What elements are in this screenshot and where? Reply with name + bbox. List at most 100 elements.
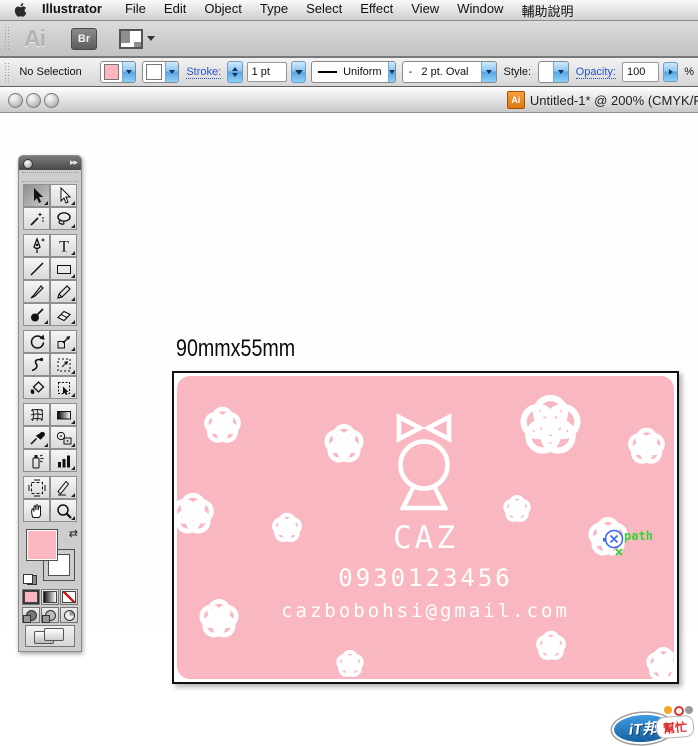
tool-artboard[interactable] bbox=[23, 476, 50, 499]
tool-symbol-sprayer[interactable] bbox=[23, 449, 50, 472]
menu-item-edit[interactable]: Edit bbox=[155, 1, 195, 20]
gradient-mode-button[interactable] bbox=[41, 589, 59, 605]
tool-selection[interactable] bbox=[23, 184, 50, 207]
tool-eyedropper[interactable] bbox=[23, 426, 50, 449]
tool-line-segment[interactable] bbox=[23, 257, 50, 280]
menu-item-effect[interactable]: Effect bbox=[351, 1, 402, 20]
flower-ornament[interactable] bbox=[322, 422, 366, 471]
palette-titlebar[interactable]: ▸▸ bbox=[19, 156, 81, 170]
tool-scale[interactable] bbox=[50, 330, 77, 353]
tool-type[interactable]: T bbox=[50, 234, 77, 257]
document-canvas[interactable]: 90mmx55mm CAZ 0930123456 cazbobohsi@gmai… bbox=[0, 113, 698, 746]
color-mode-button[interactable] bbox=[22, 589, 40, 605]
flower-ornament[interactable] bbox=[202, 405, 243, 451]
flower-ornament[interactable] bbox=[334, 648, 366, 679]
tool-direct-selection[interactable] bbox=[50, 184, 77, 207]
tool-gradient[interactable] bbox=[50, 403, 77, 426]
tool-lasso[interactable] bbox=[50, 207, 77, 230]
width-profile-dropdown[interactable]: - 2 pt. Oval bbox=[401, 61, 497, 83]
menu-item-illustrator[interactable]: Illustrator bbox=[33, 1, 116, 20]
tool-blob-brush[interactable] bbox=[23, 303, 50, 326]
go-to-bridge-button[interactable]: Br bbox=[71, 27, 97, 50]
card-background[interactable]: CAZ 0930123456 cazbobohsi@gmail.com path bbox=[177, 376, 674, 679]
stroke-panel-link[interactable]: Stroke: bbox=[186, 66, 222, 79]
brush-definition-dropdown[interactable]: Uniform bbox=[311, 61, 396, 83]
tool-hand[interactable] bbox=[23, 499, 50, 522]
opacity-field[interactable]: 100 bbox=[622, 62, 659, 82]
draw-behind-button[interactable] bbox=[41, 607, 59, 623]
stroke-color-swatch bbox=[146, 64, 163, 80]
hand-icon bbox=[30, 503, 41, 518]
stroke-weight-stepper[interactable] bbox=[227, 61, 243, 83]
tool-mesh[interactable] bbox=[23, 403, 50, 426]
brush-stroke-preview bbox=[318, 71, 338, 73]
tool-rotate[interactable] bbox=[23, 330, 50, 353]
stroke-color-dropdown[interactable] bbox=[142, 61, 180, 83]
card-name-text[interactable]: CAZ bbox=[177, 520, 674, 556]
flower-ornament[interactable] bbox=[626, 426, 667, 472]
tool-magic-wand[interactable] bbox=[23, 207, 50, 230]
menu-item-help[interactable]: 輔助說明 bbox=[512, 1, 582, 20]
pen-icon bbox=[32, 236, 44, 253]
color-chip bbox=[24, 591, 38, 603]
draw-normal-button[interactable] bbox=[22, 607, 40, 623]
swap-fill-stroke-icon[interactable]: ⇄ bbox=[69, 527, 78, 540]
tool-pencil[interactable] bbox=[50, 280, 77, 303]
flower-ornament[interactable] bbox=[644, 645, 674, 679]
opacity-dropdown[interactable] bbox=[662, 62, 679, 82]
tool-rectangle[interactable] bbox=[50, 257, 77, 280]
fill-color-dropdown[interactable] bbox=[99, 61, 137, 83]
zoom-window-button[interactable] bbox=[44, 93, 59, 108]
tool-live-paint-selection[interactable] bbox=[50, 376, 77, 399]
stroke-weight-field[interactable]: 1 pt bbox=[246, 62, 287, 82]
itbang-watermark: iT邦 幫忙 bbox=[611, 705, 696, 746]
control-bar: No Selection Stroke: 1 pt Uniform - 2 pt… bbox=[0, 58, 698, 87]
tool-pen[interactable] bbox=[23, 234, 50, 257]
minimize-window-button[interactable] bbox=[26, 93, 41, 108]
menu-item-object[interactable]: Object bbox=[195, 1, 251, 20]
flower-ornament[interactable] bbox=[534, 629, 568, 668]
close-palette-button[interactable] bbox=[23, 159, 33, 169]
menu-item-view[interactable]: View bbox=[402, 1, 448, 20]
gradient-chip bbox=[43, 591, 57, 603]
tool-slice[interactable] bbox=[50, 476, 77, 499]
tool-live-paint-bucket[interactable] bbox=[23, 376, 50, 399]
fill-color-swatch bbox=[103, 64, 120, 80]
draw-inside-button[interactable] bbox=[60, 607, 78, 623]
tool-blend[interactable] bbox=[50, 426, 77, 449]
menu-item-select[interactable]: Select bbox=[297, 1, 351, 20]
style-label: Style: bbox=[503, 66, 532, 78]
drag-grip[interactable] bbox=[4, 26, 10, 51]
tool-paintbrush[interactable] bbox=[23, 280, 50, 303]
business-card-artwork[interactable]: CAZ 0930123456 cazbobohsi@gmail.com path bbox=[172, 371, 679, 684]
card-email-text[interactable]: cazbobohsi@gmail.com bbox=[177, 600, 674, 622]
menu-item-window[interactable]: Window bbox=[448, 1, 512, 20]
tool-eraser[interactable] bbox=[50, 303, 77, 326]
flower-ornament[interactable] bbox=[518, 393, 583, 463]
arrange-documents-button[interactable] bbox=[119, 28, 155, 49]
style-dropdown[interactable] bbox=[538, 61, 569, 83]
card-phone-text[interactable]: 0930123456 bbox=[177, 564, 674, 592]
opacity-panel-link[interactable]: Opacity: bbox=[575, 66, 616, 79]
stroke-weight-dropdown[interactable] bbox=[290, 61, 307, 83]
doll-mascot-graphic[interactable] bbox=[394, 412, 454, 512]
collapse-palette-icon[interactable]: ▸▸ bbox=[70, 157, 78, 168]
palette-grip[interactable] bbox=[22, 172, 78, 182]
tool-column-graph[interactable] bbox=[50, 449, 77, 472]
tool-zoom[interactable] bbox=[50, 499, 77, 522]
drag-grip[interactable] bbox=[4, 62, 10, 82]
illustrator-logo: Ai bbox=[24, 25, 46, 51]
line-segment-icon bbox=[29, 261, 44, 276]
document-titlebar[interactable]: Ai Untitled-1* @ 200% (CMYK/P bbox=[0, 88, 698, 113]
tool-warp[interactable] bbox=[23, 353, 50, 376]
default-fill-stroke-icon[interactable] bbox=[23, 574, 37, 585]
apple-menu-icon[interactable] bbox=[14, 2, 27, 18]
screen-mode-button[interactable] bbox=[25, 625, 75, 647]
close-window-button[interactable] bbox=[8, 93, 23, 108]
menu-item-file[interactable]: File bbox=[116, 1, 155, 20]
dimension-text-object[interactable]: 90mmx55mm bbox=[176, 335, 295, 363]
fill-indicator[interactable] bbox=[26, 529, 58, 561]
menu-item-type[interactable]: Type bbox=[251, 1, 297, 20]
none-mode-button[interactable] bbox=[60, 589, 78, 605]
tool-free-transform[interactable] bbox=[50, 353, 77, 376]
